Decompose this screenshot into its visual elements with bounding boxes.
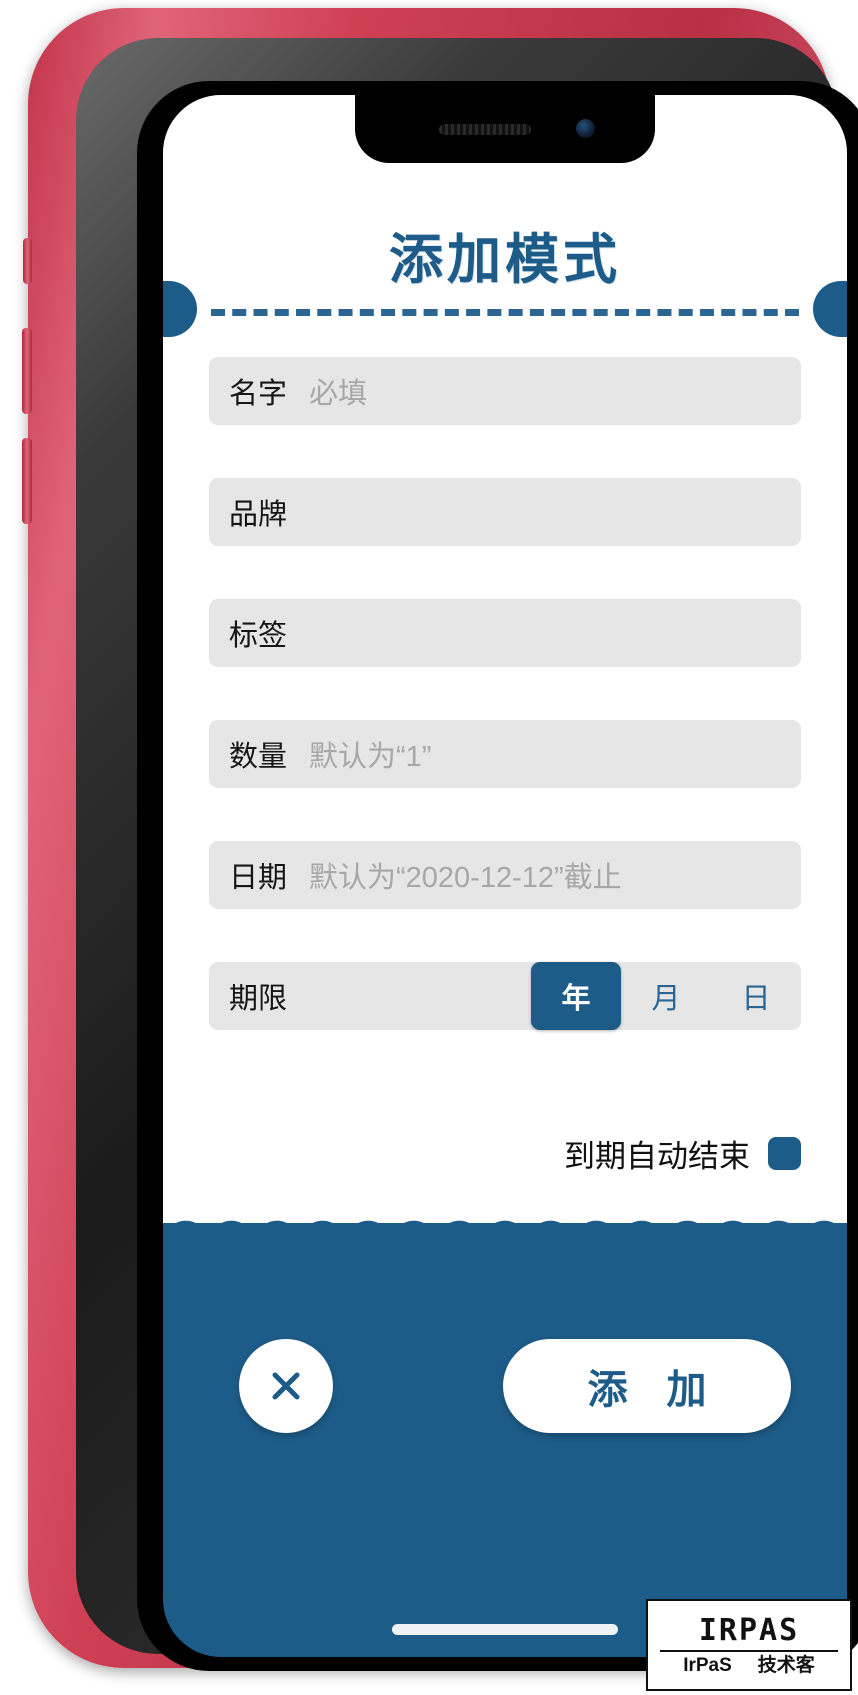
speaker-grill-icon	[439, 124, 531, 135]
field-name[interactable]: 名字 必填	[209, 357, 801, 425]
watermark-tag: 技术客	[757, 1654, 815, 1676]
add-button[interactable]: 添 加	[503, 1339, 791, 1433]
field-date-placeholder: 默认为“2020-12-12”截止	[309, 862, 622, 894]
field-date[interactable]: 日期 默认为“2020-12-12”截止	[209, 841, 801, 909]
volume-up-button[interactable]	[22, 328, 32, 414]
term-unit-segmented-control: 年 月 日	[531, 962, 801, 1030]
field-name-label: 名字	[229, 378, 288, 410]
field-quantity[interactable]: 数量 默认为“1”	[209, 720, 801, 788]
phone-screen: 添加模式 名字 必填 品牌 标签 数量 默认为“1” 日期 默认为“2020-1…	[137, 81, 858, 1671]
volume-down-button[interactable]	[22, 438, 32, 524]
phone-notch	[355, 95, 655, 163]
ticket-scallop-base	[163, 1223, 847, 1245]
field-name-placeholder: 必填	[309, 378, 368, 410]
field-tag-label: 标签	[229, 620, 288, 652]
close-icon	[272, 1372, 300, 1400]
term-option-month[interactable]: 月	[621, 962, 711, 1030]
field-quantity-placeholder: 默认为“1”	[309, 741, 432, 773]
mute-switch[interactable]	[23, 238, 32, 284]
page-title: 添加模式	[389, 230, 621, 290]
watermark-subtitle: IrPaS 技术客	[683, 1656, 815, 1675]
add-mode-form: 名字 必填 品牌 标签 数量 默认为“1” 日期 默认为“2020-12-12”…	[209, 357, 801, 1030]
home-indicator[interactable]	[392, 1624, 618, 1635]
app-root: 添加模式 名字 必填 品牌 标签 数量 默认为“1” 日期 默认为“2020-1…	[163, 95, 847, 1657]
field-term-label: 期限	[229, 983, 288, 1015]
auto-end-row[interactable]: 到期自动结束	[564, 1131, 801, 1176]
field-brand[interactable]: 品牌	[209, 478, 801, 546]
watermark: IRPAS IrPaS 技术客	[646, 1599, 852, 1691]
front-camera-icon	[576, 119, 595, 138]
dashed-divider	[211, 309, 799, 316]
auto-end-checkbox[interactable]	[768, 1137, 801, 1170]
watermark-name: IrPaS	[683, 1654, 732, 1676]
field-brand-label: 品牌	[229, 499, 288, 531]
cancel-button[interactable]	[239, 1339, 333, 1433]
auto-end-label: 到期自动结束	[564, 1139, 750, 1174]
phone-bezel: 添加模式 名字 必填 品牌 标签 数量 默认为“1” 日期 默认为“2020-1…	[76, 38, 858, 1671]
watermark-logo: IRPAS	[698, 1612, 800, 1648]
ticket-card: 添加模式 名字 必填 品牌 标签 数量 默认为“1” 日期 默认为“2020-1…	[163, 95, 847, 1245]
phone-case: 添加模式 名字 必填 品牌 标签 数量 默认为“1” 日期 默认为“2020-1…	[22, 8, 858, 1671]
term-option-year[interactable]: 年	[531, 962, 621, 1030]
field-quantity-label: 数量	[229, 741, 288, 773]
field-tag[interactable]: 标签	[209, 599, 801, 667]
field-term: 期限 年 月 日	[209, 962, 801, 1030]
field-date-label: 日期	[229, 862, 288, 894]
watermark-divider	[660, 1649, 838, 1652]
term-option-day[interactable]: 日	[711, 962, 801, 1030]
